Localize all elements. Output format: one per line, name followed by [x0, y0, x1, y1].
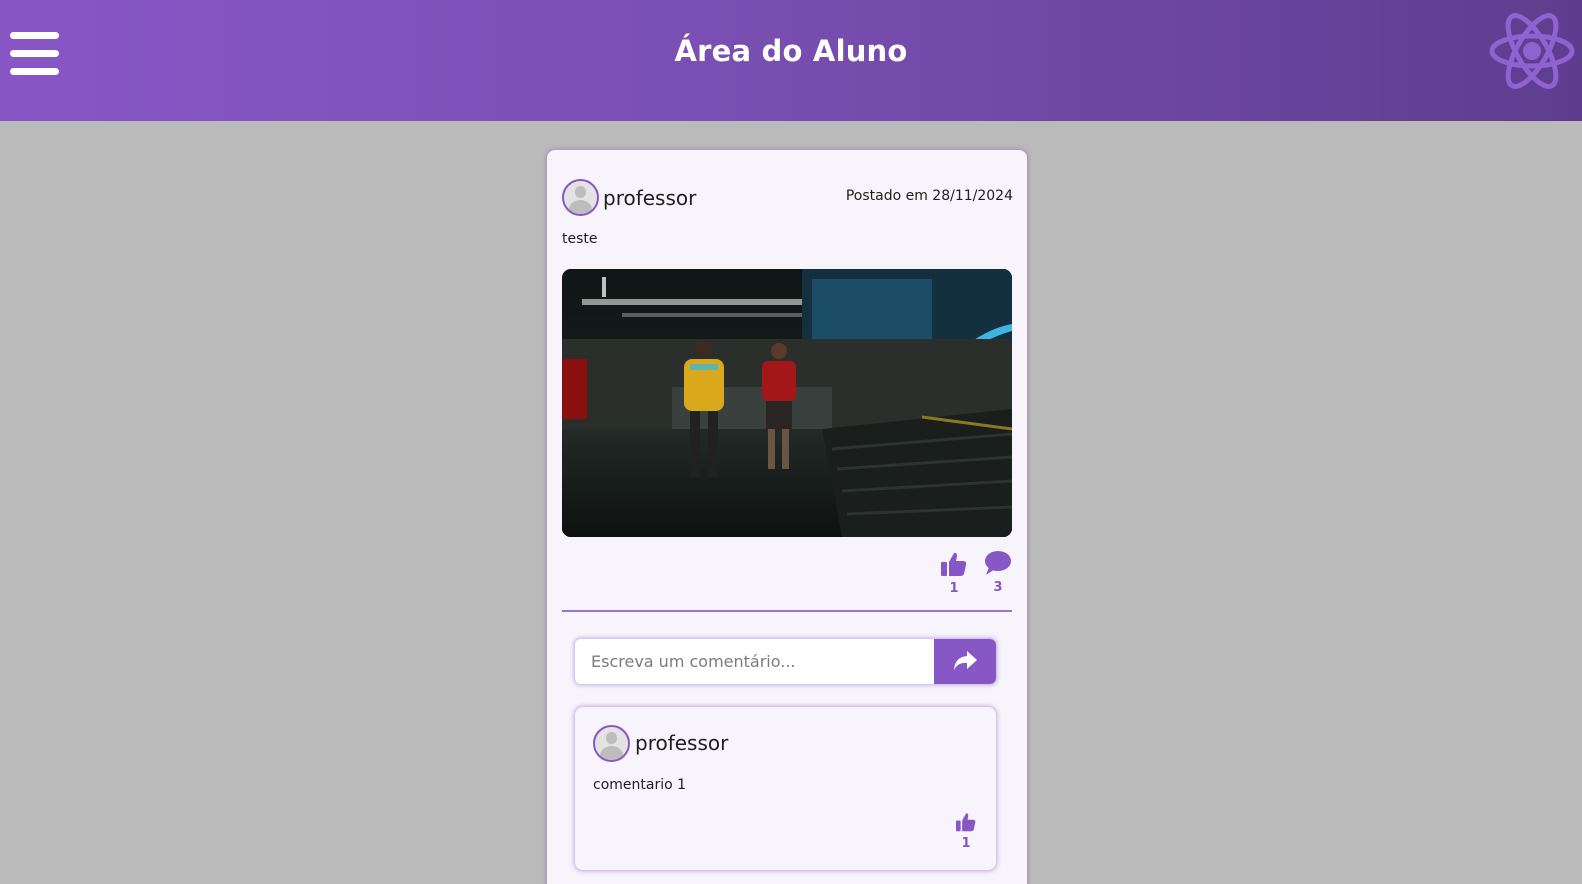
share-arrow-icon — [954, 651, 977, 670]
send-comment-button[interactable] — [934, 639, 996, 684]
menu-bar — [10, 68, 59, 75]
post-card: professor Postado em 28/11/2024 teste 1 … — [547, 150, 1027, 884]
post-author: professor — [603, 186, 697, 210]
comment-card: professor comentario 1 1 — [575, 707, 996, 870]
comment-text: comentario 1 — [593, 777, 687, 793]
post-text: teste — [562, 231, 598, 247]
post-image — [562, 269, 1012, 537]
atom-icon — [1489, 13, 1575, 89]
top-header: Área do Aluno — [0, 0, 1582, 121]
comment-count: 3 — [993, 580, 1003, 595]
comment-like-count: 1 — [961, 836, 971, 851]
thumbs-up-icon — [956, 813, 976, 832]
comment-button[interactable]: 3 — [981, 550, 1015, 595]
comment-like-button[interactable]: 1 — [951, 812, 981, 851]
comment-bubble-icon — [985, 551, 1011, 575]
like-button[interactable]: 1 — [937, 551, 971, 596]
like-count: 1 — [949, 581, 959, 596]
thumbs-up-icon — [941, 552, 967, 576]
post-date: Postado em 28/11/2024 — [845, 188, 1013, 204]
avatar — [562, 179, 599, 216]
comment-author: professor — [635, 731, 729, 755]
comment-input[interactable] — [575, 639, 935, 684]
divider — [562, 610, 1012, 612]
page-title: Área do Aluno — [674, 34, 908, 68]
comment-form — [575, 639, 996, 684]
avatar — [593, 725, 630, 762]
